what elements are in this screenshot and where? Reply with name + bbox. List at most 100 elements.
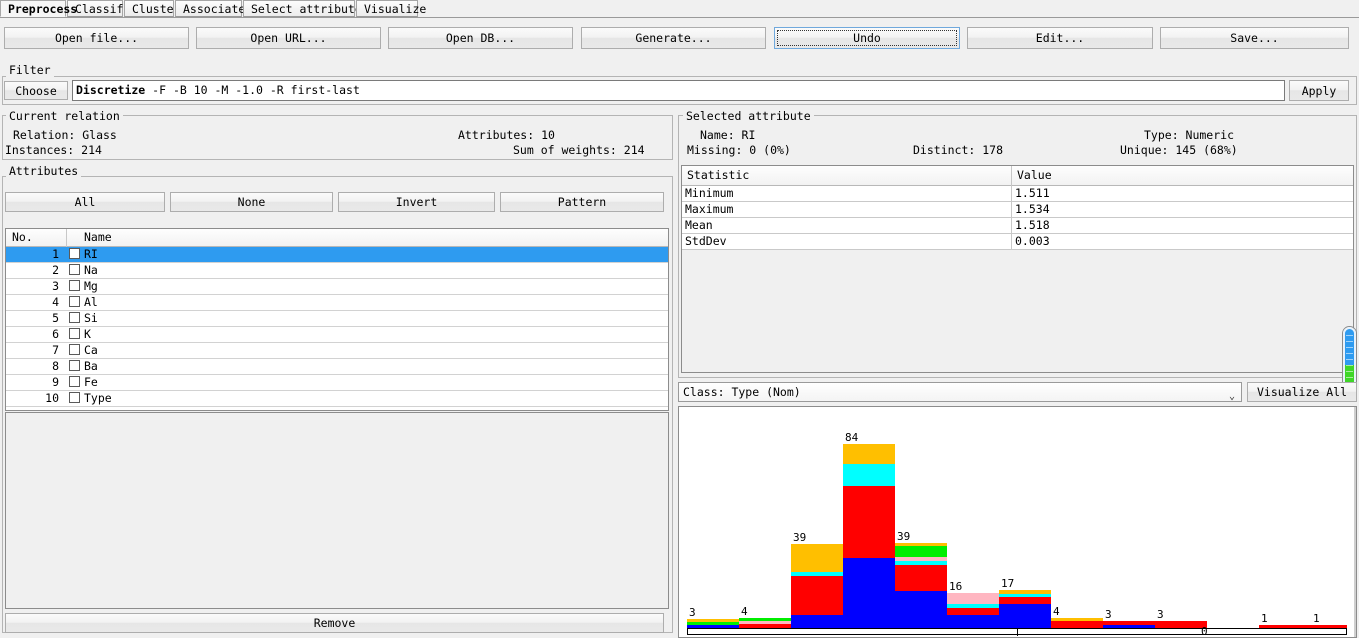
histogram-bar-segment (791, 576, 843, 615)
generate-label: Generate... (635, 31, 712, 45)
attribute-checkbox[interactable] (69, 328, 80, 339)
selected-unique-text: Unique: 145 (68%) (1120, 143, 1238, 157)
attribute-index: 1 (52, 247, 59, 261)
attribute-row[interactable]: 7 Ca (6, 343, 668, 359)
attribute-name: Mg (84, 279, 98, 293)
attribute-checkbox[interactable] (69, 280, 80, 291)
histogram-bar (895, 543, 947, 628)
statistics-table: Statistic Value Minimum 1.511 Maximum 1.534… (681, 165, 1354, 373)
attribute-row[interactable]: 9 Fe (6, 375, 668, 391)
histogram-bar-segment (791, 615, 843, 628)
tab-cluster[interactable]: Cluster (124, 0, 180, 17)
histogram-bar-segment (843, 486, 895, 558)
attribute-index: 7 (52, 343, 59, 357)
visualize-all-button[interactable]: Visualize All (1247, 382, 1357, 402)
attribute-name: Si (84, 311, 98, 325)
attribute-name: RI (84, 247, 98, 261)
tab-preprocess[interactable]: Preprocess (0, 0, 77, 17)
open-file-button[interactable]: Open file... (4, 27, 189, 49)
attribute-checkbox[interactable] (69, 296, 80, 307)
attribute-checkbox[interactable] (69, 312, 80, 323)
data-source-toolbar: Open file... Open URL... Open DB... Gene… (0, 27, 1359, 51)
apply-label: Apply (1301, 83, 1337, 98)
select-all-button[interactable]: All (5, 192, 165, 212)
save-button[interactable]: Save... (1160, 27, 1349, 49)
attributes-panel-title: Attributes (6, 164, 82, 178)
relation-name-text: Relation: Glass (13, 128, 117, 142)
histogram-bar-label: 3 (1105, 608, 1112, 621)
attribute-row[interactable]: 6K (6, 327, 668, 343)
histogram-bar-label: 1 (1313, 612, 1320, 625)
attribute-row[interactable]: 5 Si (6, 311, 668, 327)
attribute-checkbox[interactable] (69, 392, 80, 403)
attribute-row[interactable]: 4 Al (6, 295, 668, 311)
attribute-row[interactable]: 2 Na (6, 263, 668, 279)
attribute-histogram-panel[interactable]: 3 4 39 84 39 16 17 4 3 3 0 1 1 (678, 406, 1357, 638)
stat-header-divider (1011, 166, 1012, 186)
attribute-checkbox[interactable] (69, 376, 80, 387)
statistics-table-header: Statistic Value (682, 166, 1353, 186)
edit-button[interactable]: Edit... (967, 27, 1153, 49)
tab-visualize[interactable]: Visualize (356, 0, 426, 17)
column-header-no: No. (12, 230, 33, 244)
attribute-row[interactable]: 8 Ba (6, 359, 668, 375)
attribute-checkbox[interactable] (69, 344, 80, 355)
tab-select-attributes[interactable]: Select attributes (243, 0, 369, 17)
tab-label: Select attributes (251, 2, 369, 16)
attribute-name: Al (84, 295, 98, 309)
histogram-bar-label: 39 (793, 531, 807, 544)
remove-attributes-button[interactable]: Remove (5, 613, 664, 633)
attribute-name: Na (84, 263, 98, 277)
histogram-bar (947, 593, 999, 628)
filter-value-field[interactable]: Discretize -F -B 10 -M -1.0 -R first-las… (72, 80, 1285, 101)
tab-label: Preprocess (8, 2, 78, 16)
attribute-name: Fe (84, 375, 98, 389)
selected-distinct-text: Distinct: 178 (913, 143, 1004, 157)
statistic-value: 1.534 (1015, 202, 1050, 216)
pattern-label: Pattern (557, 195, 607, 209)
open-url-button[interactable]: Open URL... (196, 27, 381, 49)
header-divider (66, 229, 67, 247)
filter-panel-title: Filter (6, 63, 54, 77)
statistics-row-list: Minimum 1.511 Maximum 1.534 Mean 1.518 StdDev 0… (682, 186, 1353, 250)
tab-associate[interactable]: Associate (175, 0, 246, 17)
histogram-bar-label: 1 (1261, 612, 1268, 625)
select-none-button[interactable]: None (170, 192, 333, 212)
choose-filter-button[interactable]: Choose (4, 81, 68, 100)
class-select-dropdown[interactable]: Class: Type (Nom) ⌄ (678, 382, 1242, 402)
histogram-bar-label: 3 (689, 606, 696, 619)
tab-label: Visualize (364, 2, 427, 16)
attribute-row[interactable]: 1 RI (6, 247, 668, 263)
attribute-index: 5 (52, 311, 59, 325)
selected-missing-text: Missing: 0 (0%) (687, 143, 791, 157)
invert-selection-button[interactable]: Invert (338, 192, 495, 212)
pattern-button[interactable]: Pattern (500, 192, 664, 212)
histogram-bar-label: 3 (1157, 608, 1164, 621)
attribute-name: K (84, 327, 91, 341)
attribute-row[interactable]: 3 Mg (6, 279, 668, 295)
histogram-bar-segment (947, 593, 999, 604)
histogram-x-axis (687, 628, 1347, 636)
statistic-value: 1.511 (1015, 186, 1050, 200)
attribute-checkbox[interactable] (69, 264, 80, 275)
generate-button[interactable]: Generate... (581, 27, 766, 49)
attribute-checkbox[interactable] (69, 360, 80, 371)
undo-button[interactable]: Undo (774, 27, 960, 49)
attribute-checkbox[interactable] (69, 248, 80, 259)
histogram-bar-segment (895, 565, 947, 591)
attribute-name: Ca (84, 343, 98, 357)
none-label: None (237, 195, 266, 209)
open-db-button[interactable]: Open DB... (388, 27, 573, 49)
statistic-value: 1.518 (1015, 218, 1050, 232)
attributes-count-text: Attributes: 10 (458, 128, 555, 142)
histogram-bar-label: 4 (741, 605, 748, 618)
attributes-table[interactable]: No. Name 1 RI 2 Na 3 Mg 4 Al 5 Si 6 K 7 Ca 8 Ba 9 Fe 10 Typ… (5, 228, 669, 411)
histogram-bar-segment (1051, 621, 1103, 628)
undo-label: Undo (853, 31, 881, 45)
attributes-row-list: 1 RI 2 Na 3 Mg 4 Al 5 Si 6 K 7 Ca 8 Ba 9 Fe 10 Type (6, 247, 668, 407)
tab-label: Associate (183, 2, 246, 16)
apply-filter-button[interactable]: Apply (1289, 80, 1349, 101)
attribute-row[interactable]: 10 Type (6, 391, 668, 407)
attributes-empty-area (5, 412, 669, 609)
histogram-bar (1155, 621, 1207, 628)
